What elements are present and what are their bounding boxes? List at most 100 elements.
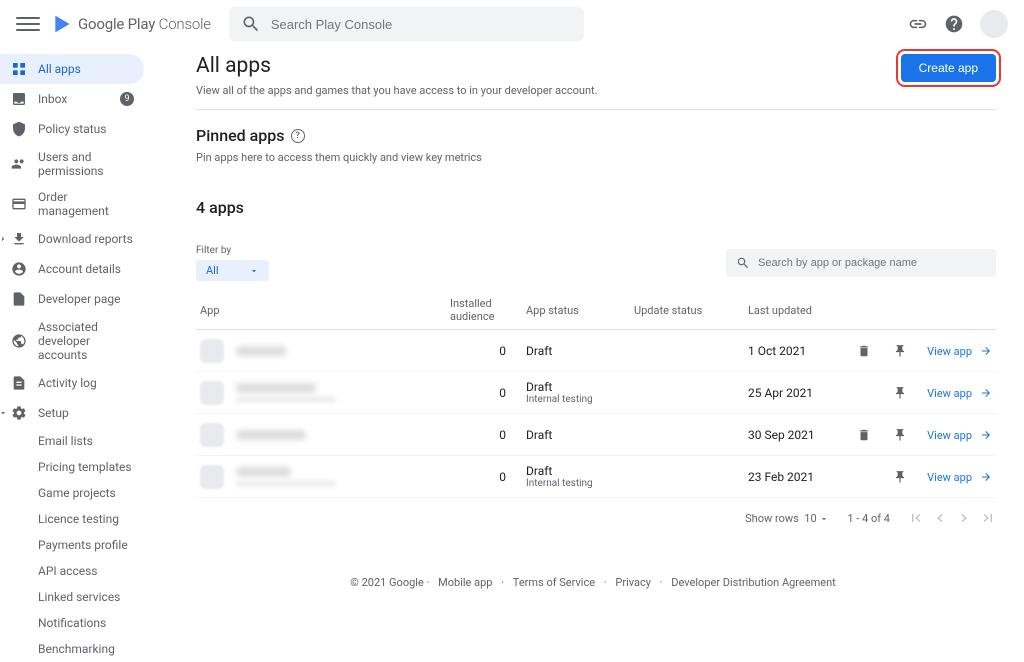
sidebar-item-order-management[interactable]: Order management [0,184,144,224]
expand-icon [0,408,8,418]
status-value: Draft [526,344,634,358]
sidebar-item-inbox[interactable]: Inbox9 [0,84,144,114]
col-update: Update status [634,304,748,317]
status-sub: Internal testing [526,478,634,489]
search-icon [241,14,261,34]
sidebar-label: Licence testing [38,512,119,526]
table-row: 0 DraftInternal testing 25 Apr 2021 View… [196,372,996,414]
page-subtitle: View all of the apps and games that you … [196,84,598,97]
table-row: 0 DraftInternal testing 23 Feb 2021 View… [196,456,996,498]
pin-icon[interactable] [893,428,907,442]
pin-icon[interactable] [893,470,907,484]
sidebar-item-activity-log[interactable]: Activity log [0,368,144,398]
sidebar-sub-email-lists[interactable]: Email lists [0,428,144,454]
brand-logo[interactable]: Google Play Console [52,14,211,34]
app-name [236,383,316,393]
rows-per-page[interactable]: 10 [804,512,816,525]
chevron-down-icon[interactable] [819,514,829,524]
sidebar-sub-linked-services[interactable]: Linked services [0,584,144,610]
status-value: Draft [526,428,634,442]
menu-icon[interactable] [16,12,40,36]
arrow-right-icon [980,387,992,399]
trash-icon[interactable] [857,428,871,442]
status-sub: Internal testing [526,394,634,405]
sidebar-item-account-details[interactable]: Account details [0,254,144,284]
table-header: App Installed audience App status Update… [196,291,996,330]
pinned-apps-title: Pinned apps [196,126,285,145]
pin-icon[interactable] [893,386,907,400]
search-icon [736,256,750,270]
sidebar-label: Pricing templates [38,460,132,474]
sidebar-sub-api-access[interactable]: API access [0,558,144,584]
sidebar-label: Policy status [38,122,107,136]
help-circle-icon[interactable]: ? [291,129,305,143]
sidebar-sub-pricing-templates[interactable]: Pricing templates [0,454,144,480]
footer-link[interactable]: Mobile app [438,576,492,589]
sidebar: All apps Inbox9 Policy status Users and per… [0,48,148,662]
footer-link[interactable]: Developer Distribution Agreement [671,576,835,589]
table-search-input[interactable] [758,257,986,269]
sidebar-item-policy-status[interactable]: Policy status [0,114,144,144]
sidebar-label: All apps [38,62,81,76]
audience-value: 0 [450,470,526,484]
people-icon [10,155,28,173]
sidebar-item-users-and-permissions[interactable]: Users and permissions [0,144,144,184]
view-app-link[interactable]: View app [927,471,992,484]
page-prev-icon[interactable] [932,510,948,526]
col-status: App status [526,304,634,317]
audience-value: 0 [450,428,526,442]
filter-value: All [206,264,219,277]
sidebar-sub-game-projects[interactable]: Game projects [0,480,144,506]
sidebar-label: Download reports [38,232,133,246]
col-app: App [200,304,450,317]
chevron-down-icon [249,266,259,276]
inbox-badge: 9 [120,92,134,106]
global-search[interactable] [229,7,584,41]
view-app-link[interactable]: View app [927,387,992,400]
sidebar-item-setup[interactable]: Setup [0,398,144,428]
help-icon[interactable] [944,14,964,34]
card-icon [10,195,28,213]
sidebar-item-all-apps[interactable]: All apps [0,54,144,84]
sidebar-sub-payments-profile[interactable]: Payments profile [0,532,144,558]
sidebar-sub-benchmarking[interactable]: Benchmarking [0,636,144,662]
sidebar-label: Email lists [38,434,93,448]
sidebar-label: Benchmarking [38,642,115,656]
sidebar-label: Notifications [38,616,106,630]
table-search[interactable] [726,249,996,277]
filter-chip[interactable]: All [196,260,269,281]
sidebar-item-developer-page[interactable]: Developer page [0,284,144,314]
search-input[interactable] [271,17,572,32]
status-value: Draft [526,464,634,478]
page-last-icon[interactable] [980,510,996,526]
sidebar-sub-notifications[interactable]: Notifications [0,610,144,636]
footer-link[interactable]: Privacy [615,576,651,589]
sidebar-label: Developer page [38,292,121,306]
sidebar-item-associated-developer-accounts[interactable]: Associated developer accounts [0,314,144,368]
sidebar-label: Account details [38,262,121,276]
pin-icon[interactable] [893,344,907,358]
app-name [236,467,291,477]
app-icon [200,339,224,363]
link-icon[interactable] [908,14,928,34]
table-row: 0 Draft 30 Sep 2021 View app [196,414,996,456]
view-app-link[interactable]: View app [927,345,992,358]
footer-link[interactable]: Terms of Service [513,576,595,589]
date-value: 25 Apr 2021 [748,386,850,400]
play-logo-icon [52,14,72,34]
inbox-icon [10,90,28,108]
page-next-icon[interactable] [956,510,972,526]
trash-icon[interactable] [857,344,871,358]
avatar[interactable] [980,10,1008,38]
sidebar-label: API access [38,564,97,578]
page-icon [10,290,28,308]
sidebar-sub-licence-testing[interactable]: Licence testing [0,506,144,532]
create-app-button[interactable]: Create app [901,54,996,82]
pagination: Show rows 10 1 - 4 of 4 [196,510,996,526]
page-first-icon[interactable] [908,510,924,526]
app-icon [200,423,224,447]
sidebar-item-download-reports[interactable]: Download reports [0,224,144,254]
view-app-link[interactable]: View app [927,429,992,442]
filter-label: Filter by [196,245,269,256]
sidebar-label: Payments profile [38,538,128,552]
